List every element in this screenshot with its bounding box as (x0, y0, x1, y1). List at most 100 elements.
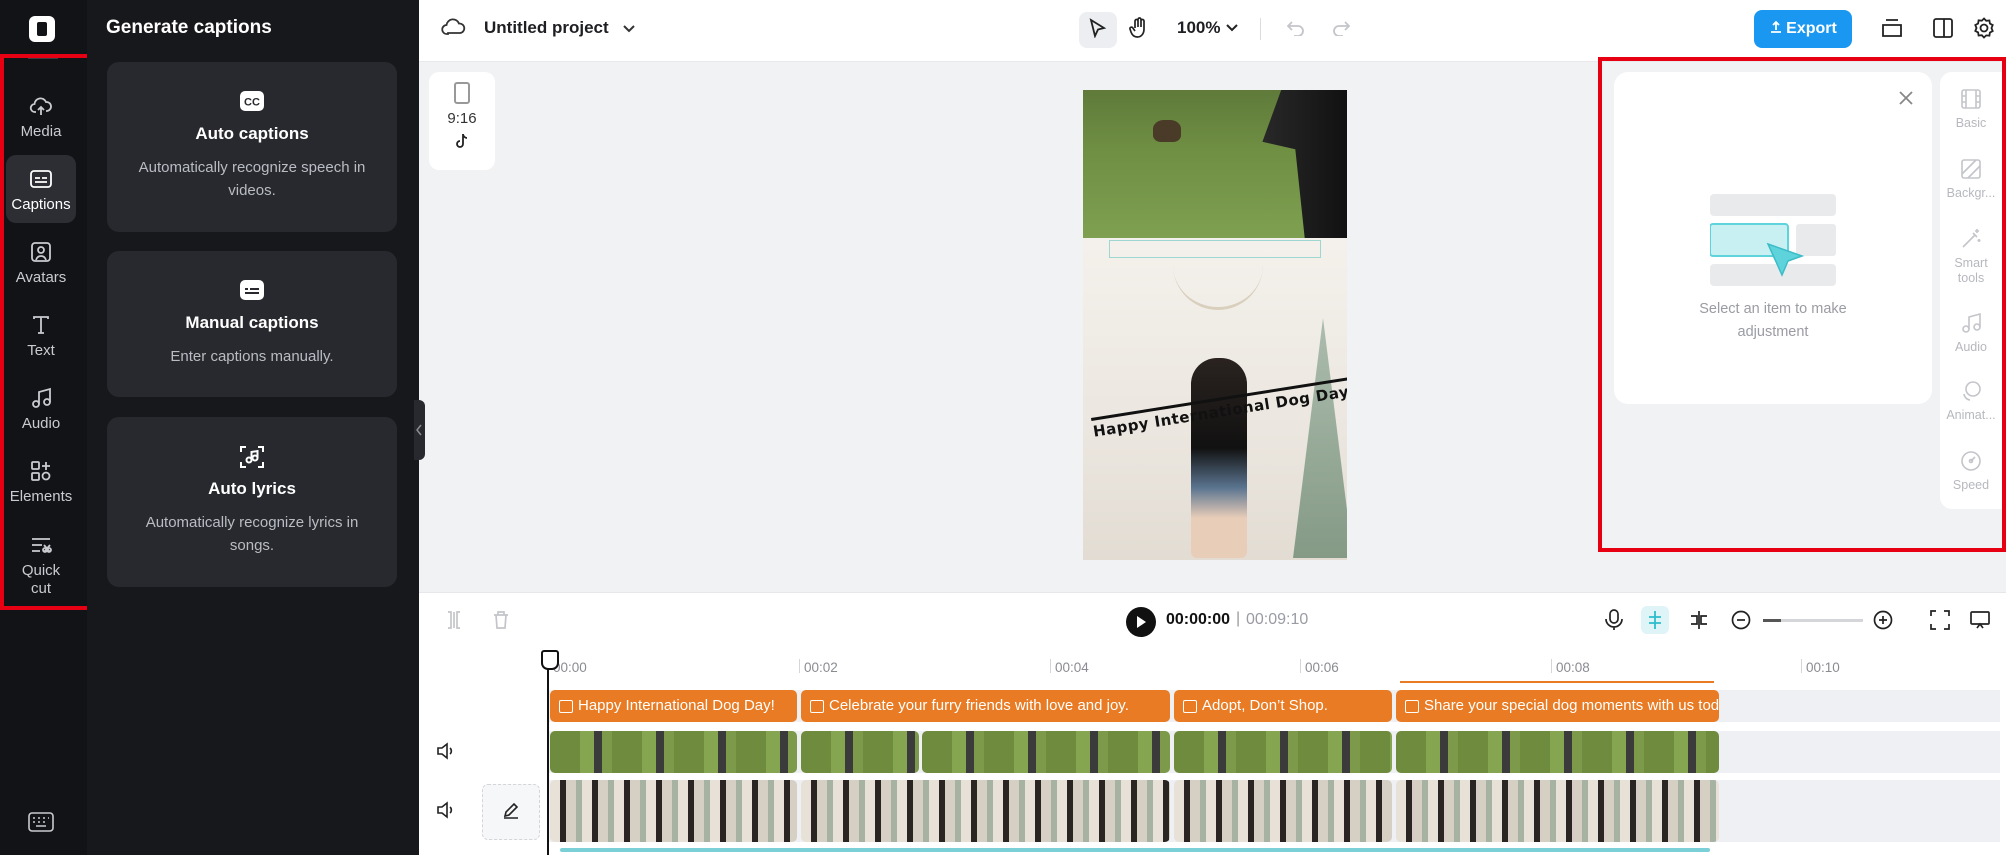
redo-icon (1332, 20, 1351, 41)
rail-label: Captions (11, 195, 71, 213)
magic-wand-icon (1960, 228, 1982, 250)
timeline-zoom-slider[interactable] (1763, 619, 1863, 622)
manual-captions-card[interactable]: Manual captions Enter captions manually. (107, 251, 397, 397)
tab-label: Smart tools (1954, 256, 1988, 285)
tab-background[interactable]: Backgr... (1940, 158, 2002, 201)
close-icon[interactable] (1898, 90, 1914, 111)
rail-item-text[interactable]: Text (6, 301, 76, 369)
playhead[interactable] (541, 650, 559, 855)
export-button[interactable]: Export (1754, 10, 1852, 48)
properties-tabs: Basic Backgr... Smart tools Audio Animat… (1940, 72, 2006, 509)
caption-clip[interactable]: Happy International Dog Day! (550, 690, 797, 722)
video-clip[interactable] (550, 780, 797, 842)
portrait-frame-icon (454, 82, 470, 104)
undo-button[interactable] (1277, 12, 1315, 48)
video-preview[interactable]: Happy International Dog Day! (1083, 90, 1347, 560)
play-button[interactable] (1126, 607, 1156, 637)
video-clip[interactable] (922, 731, 1170, 773)
microphone-button[interactable] (1600, 606, 1628, 634)
zoom-level[interactable]: 100% (1177, 18, 1220, 38)
rail-item-media[interactable]: Media (6, 82, 76, 150)
tick-line (1050, 659, 1051, 673)
card-title: Auto captions (195, 124, 309, 143)
upload-icon (1769, 20, 1783, 39)
auto-lyrics-card[interactable]: Auto lyrics Automatically recognize lyri… (107, 417, 397, 587)
project-title[interactable]: Untitled project (484, 18, 609, 38)
snap-magnet-button[interactable] (1641, 606, 1669, 634)
video-clip[interactable] (801, 780, 1170, 842)
tab-basic[interactable]: Basic (1940, 88, 2002, 131)
toolbar-divider (1260, 18, 1261, 40)
speaker-icon[interactable] (436, 801, 458, 821)
split-clip-button[interactable] (440, 606, 468, 634)
tab-speed[interactable]: Speed (1940, 450, 2002, 493)
quick-cut-icon (28, 532, 54, 558)
tab-label: Basic (1955, 116, 1987, 130)
captions-icon (28, 166, 54, 192)
card-description: Enter captions manually. (170, 348, 334, 365)
rail-item-quick-cut[interactable]: Quick cut (6, 526, 76, 604)
hand-tool-button[interactable] (1120, 12, 1158, 48)
settings-button[interactable] (1965, 12, 2003, 48)
card-description: Automatically recognize lyrics in songs. (145, 514, 359, 554)
video-clip[interactable] (801, 731, 919, 773)
rail-item-captions[interactable]: Captions (6, 155, 76, 223)
rail-item-audio[interactable]: Audio (6, 374, 76, 442)
layout-toggle-button[interactable] (1924, 12, 1962, 48)
rail-item-elements[interactable]: Elements (6, 447, 76, 515)
video-clip[interactable] (1396, 780, 1719, 842)
time-separator: | (1236, 610, 1241, 627)
cursor-arrow-icon (1089, 17, 1107, 43)
tab-audio[interactable]: Audio (1940, 312, 2002, 355)
redo-button[interactable] (1322, 12, 1360, 48)
tab-smart-tools[interactable]: Smart tools (1940, 228, 2002, 286)
rail-item-avatars[interactable]: Avatars (6, 228, 76, 296)
zoom-in-button[interactable] (1869, 606, 1897, 634)
delete-button[interactable] (487, 606, 515, 634)
selection-outline (1109, 240, 1321, 258)
video-clip[interactable] (1174, 780, 1392, 842)
captions-panel: Generate captions CC Auto captions Autom… (87, 0, 419, 855)
preview-mode-button[interactable] (1966, 606, 1994, 634)
tab-animation[interactable]: Animat... (1940, 380, 2002, 423)
caption-clip[interactable]: Adopt, Don’t Shop. (1174, 690, 1392, 722)
caption-clip[interactable]: Share your special dog moments with us t… (1396, 690, 1719, 722)
rail-label: Audio (21, 414, 61, 432)
christmas-tree-figure (1293, 318, 1347, 558)
dog-figure (1153, 120, 1181, 142)
video-clip[interactable] (550, 731, 797, 773)
tick-line (1551, 659, 1552, 673)
collapse-panel-handle[interactable] (414, 400, 425, 460)
music-note-icon (1960, 312, 1982, 334)
panel-title: Generate captions (106, 17, 272, 38)
text-icon (28, 312, 54, 338)
cloud-sync-icon[interactable] (441, 16, 467, 43)
video-clip[interactable] (1396, 731, 1719, 773)
left-rail: Media Captions Avatars Text Audio Elemen… (0, 0, 87, 855)
zoom-chevron-down-icon[interactable] (1225, 20, 1239, 39)
audio-marker-line (1400, 681, 1714, 683)
video-clip[interactable] (1174, 731, 1392, 773)
edit-cover-button[interactable] (482, 784, 540, 840)
music-note-icon (28, 385, 54, 411)
video-clip-dog-scene (1083, 90, 1347, 238)
tab-label: Animat... (1946, 408, 1996, 422)
keyboard-shortcuts-icon[interactable] (28, 812, 56, 834)
zoom-out-button[interactable] (1727, 606, 1755, 634)
chevron-down-icon[interactable] (621, 20, 637, 41)
speaker-icon[interactable] (436, 742, 458, 762)
fit-timeline-button[interactable] (1926, 606, 1954, 634)
select-tool-button[interactable] (1079, 12, 1117, 48)
caption-clip[interactable]: Celebrate your furry friends with love a… (801, 690, 1170, 722)
tab-label: Audio (1955, 340, 1987, 354)
split-view-button[interactable] (1685, 606, 1713, 634)
rail-label: Media (20, 122, 62, 140)
rail-divider (28, 58, 58, 59)
stack-menu-button[interactable] (1873, 12, 1911, 48)
app-logo[interactable] (29, 16, 55, 42)
film-icon (1960, 88, 1982, 110)
tick-label: 00:06 (1305, 660, 1339, 675)
auto-captions-card[interactable]: CC Auto captions Automatically recognize… (107, 62, 397, 232)
layers-icon (1881, 18, 1903, 43)
aspect-ratio-widget[interactable]: 9:16 (429, 72, 495, 170)
